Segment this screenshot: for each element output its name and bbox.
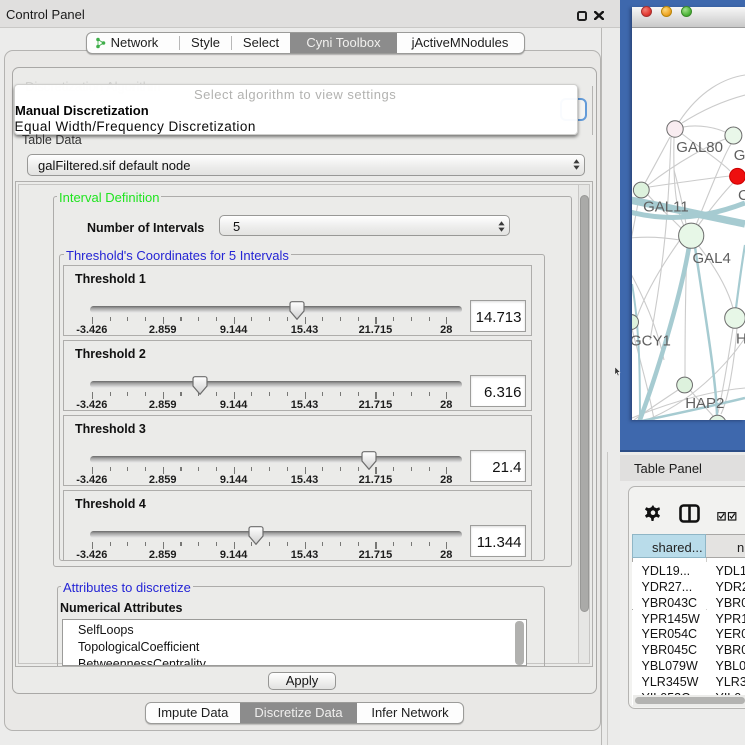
svg-text:HA: HA <box>736 331 745 348</box>
svg-text:GA: GA <box>734 147 745 164</box>
svg-text:HAP2: HAP2 <box>685 395 724 412</box>
svg-text:GAL80: GAL80 <box>676 139 723 156</box>
svg-text:GAL11: GAL11 <box>643 199 689 216</box>
svg-text:GAL4: GAL4 <box>693 250 731 267</box>
svg-text:CY: CY <box>738 187 745 204</box>
svg-text:GCY1: GCY1 <box>632 333 671 350</box>
